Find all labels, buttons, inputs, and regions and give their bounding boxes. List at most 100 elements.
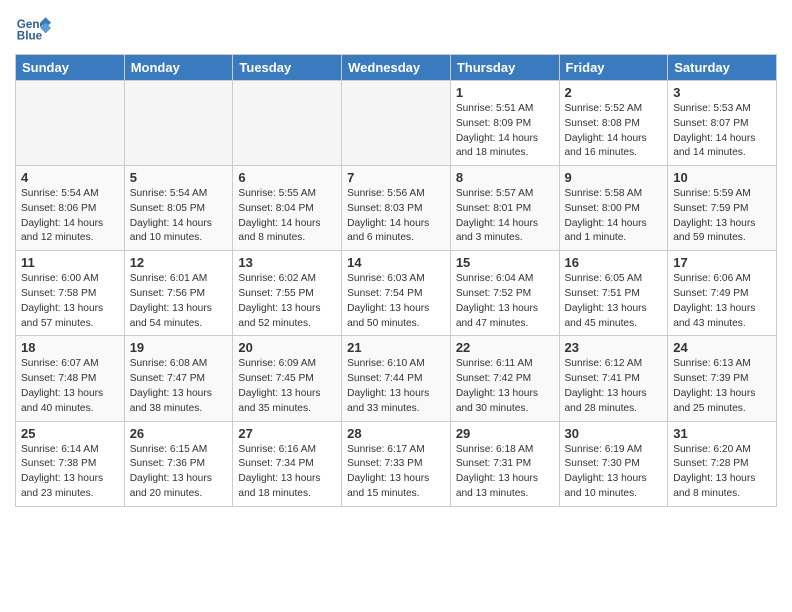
calendar-cell: 29Sunrise: 6:18 AM Sunset: 7:31 PM Dayli… [450, 421, 559, 506]
calendar-week-2: 4 Sunrise: 5:54 AM Sunset: 8:06 PM Daylig… [16, 166, 777, 251]
calendar-cell: 19 Sunrise: 6:08 AM Sunset: 7:47 PM Dayli… [124, 336, 233, 421]
day-number: 17 [673, 255, 771, 270]
calendar-cell: 25 Sunrise: 6:14 AM Sunset: 7:38 PM Dayli… [16, 421, 125, 506]
day-info: Sunrise: 5:53 AM Sunset: 8:07 PM Dayligh… [673, 102, 771, 161]
page-header: General Blue [15, 10, 777, 46]
calendar-cell: 30Sunrise: 6:19 AM Sunset: 7:30 PM Dayli… [559, 421, 668, 506]
weekday-header-thursday: Thursday [450, 55, 559, 81]
calendar-cell: 3 Sunrise: 5:53 AM Sunset: 8:07 PM Daylig… [668, 81, 777, 166]
day-info: Sunrise: 6:12 AM Sunset: 7:41 PM Dayligh… [565, 357, 663, 416]
day-number: 10 [673, 170, 771, 185]
day-info: Sunrise: 5:55 AM Sunset: 8:04 PM Dayligh… [238, 187, 336, 246]
calendar-cell: 16Sunrise: 6:05 AM Sunset: 7:51 PM Dayli… [559, 251, 668, 336]
day-info: Sunrise: 5:56 AM Sunset: 8:03 PM Dayligh… [347, 187, 445, 246]
calendar-table: SundayMondayTuesdayWednesdayThursdayFrid… [15, 54, 777, 507]
weekday-header-tuesday: Tuesday [233, 55, 342, 81]
day-number: 14 [347, 255, 445, 270]
day-number: 7 [347, 170, 445, 185]
day-number: 13 [238, 255, 336, 270]
day-number: 22 [456, 340, 554, 355]
calendar-cell: 15 Sunrise: 6:04 AM Sunset: 7:52 PM Dayli… [450, 251, 559, 336]
calendar-week-5: 25 Sunrise: 6:14 AM Sunset: 7:38 PM Dayli… [16, 421, 777, 506]
calendar-cell: 28Sunrise: 6:17 AM Sunset: 7:33 PM Dayli… [342, 421, 451, 506]
day-number: 23 [565, 340, 663, 355]
calendar-cell: 20 Sunrise: 6:09 AM Sunset: 7:45 PM Dayli… [233, 336, 342, 421]
day-info: Sunrise: 5:54 AM Sunset: 8:06 PM Dayligh… [21, 187, 119, 246]
day-info: Sunrise: 6:07 AM Sunset: 7:48 PM Dayligh… [21, 357, 119, 416]
day-info: Sunrise: 6:13 AM Sunset: 7:39 PM Dayligh… [673, 357, 771, 416]
day-number: 27 [238, 426, 336, 441]
day-number: 18 [21, 340, 119, 355]
day-info: Sunrise: 6:19 AM Sunset: 7:30 PM Dayligh… [565, 443, 663, 502]
day-number: 20 [238, 340, 336, 355]
calendar-cell: 26 Sunrise: 6:15 AM Sunset: 7:36 PM Dayli… [124, 421, 233, 506]
calendar-cell: 5Sunrise: 5:54 AM Sunset: 8:05 PM Daylig… [124, 166, 233, 251]
day-info: Sunrise: 5:57 AM Sunset: 8:01 PM Dayligh… [456, 187, 554, 246]
day-number: 29 [456, 426, 554, 441]
day-info: Sunrise: 6:09 AM Sunset: 7:45 PM Dayligh… [238, 357, 336, 416]
day-number: 9 [565, 170, 663, 185]
calendar-cell [124, 81, 233, 166]
day-info: Sunrise: 6:14 AM Sunset: 7:38 PM Dayligh… [21, 443, 119, 502]
day-number: 25 [21, 426, 119, 441]
calendar-cell: 23 Sunrise: 6:12 AM Sunset: 7:41 PM Dayli… [559, 336, 668, 421]
weekday-header-sunday: Sunday [16, 55, 125, 81]
day-number: 16 [565, 255, 663, 270]
day-info: Sunrise: 5:58 AM Sunset: 8:00 PM Dayligh… [565, 187, 663, 246]
day-info: Sunrise: 6:03 AM Sunset: 7:54 PM Dayligh… [347, 272, 445, 331]
day-info: Sunrise: 5:51 AM Sunset: 8:09 PM Dayligh… [456, 102, 554, 161]
weekday-header-row: SundayMondayTuesdayWednesdayThursdayFrid… [16, 55, 777, 81]
day-info: Sunrise: 5:52 AM Sunset: 8:08 PM Dayligh… [565, 102, 663, 161]
calendar-cell: 8 Sunrise: 5:57 AM Sunset: 8:01 PM Daylig… [450, 166, 559, 251]
day-info: Sunrise: 6:04 AM Sunset: 7:52 PM Dayligh… [456, 272, 554, 331]
logo: General Blue [15, 10, 51, 46]
day-number: 19 [130, 340, 228, 355]
calendar-cell: 9 Sunrise: 5:58 AM Sunset: 8:00 PM Daylig… [559, 166, 668, 251]
day-info: Sunrise: 6:10 AM Sunset: 7:44 PM Dayligh… [347, 357, 445, 416]
day-number: 26 [130, 426, 228, 441]
day-info: Sunrise: 6:08 AM Sunset: 7:47 PM Dayligh… [130, 357, 228, 416]
calendar-week-1: 1 Sunrise: 5:51 AM Sunset: 8:09 PM Daylig… [16, 81, 777, 166]
day-info: Sunrise: 6:20 AM Sunset: 7:28 PM Dayligh… [673, 443, 771, 502]
day-number: 15 [456, 255, 554, 270]
calendar-cell: 27Sunrise: 6:16 AM Sunset: 7:34 PM Dayli… [233, 421, 342, 506]
calendar-cell: 11 Sunrise: 6:00 AM Sunset: 7:58 PM Dayli… [16, 251, 125, 336]
day-number: 11 [21, 255, 119, 270]
calendar-cell [233, 81, 342, 166]
calendar-cell: 21Sunrise: 6:10 AM Sunset: 7:44 PM Dayli… [342, 336, 451, 421]
calendar-cell: 2 Sunrise: 5:52 AM Sunset: 8:08 PM Daylig… [559, 81, 668, 166]
day-info: Sunrise: 6:17 AM Sunset: 7:33 PM Dayligh… [347, 443, 445, 502]
day-number: 8 [456, 170, 554, 185]
day-number: 3 [673, 85, 771, 100]
day-number: 31 [673, 426, 771, 441]
day-number: 2 [565, 85, 663, 100]
calendar-cell: 7 Sunrise: 5:56 AM Sunset: 8:03 PM Daylig… [342, 166, 451, 251]
day-number: 24 [673, 340, 771, 355]
weekday-header-saturday: Saturday [668, 55, 777, 81]
calendar-cell: 13Sunrise: 6:02 AM Sunset: 7:55 PM Dayli… [233, 251, 342, 336]
weekday-header-wednesday: Wednesday [342, 55, 451, 81]
day-info: Sunrise: 6:11 AM Sunset: 7:42 PM Dayligh… [456, 357, 554, 416]
day-info: Sunrise: 6:00 AM Sunset: 7:58 PM Dayligh… [21, 272, 119, 331]
calendar-cell [16, 81, 125, 166]
logo-icon: General Blue [15, 10, 51, 46]
calendar-cell [342, 81, 451, 166]
calendar-cell: 24 Sunrise: 6:13 AM Sunset: 7:39 PM Dayli… [668, 336, 777, 421]
calendar-cell: 10 Sunrise: 5:59 AM Sunset: 7:59 PM Dayli… [668, 166, 777, 251]
day-info: Sunrise: 6:15 AM Sunset: 7:36 PM Dayligh… [130, 443, 228, 502]
day-info: Sunrise: 5:59 AM Sunset: 7:59 PM Dayligh… [673, 187, 771, 246]
weekday-header-friday: Friday [559, 55, 668, 81]
calendar-week-3: 11 Sunrise: 6:00 AM Sunset: 7:58 PM Dayli… [16, 251, 777, 336]
day-number: 1 [456, 85, 554, 100]
calendar-cell: 22 Sunrise: 6:11 AM Sunset: 7:42 PM Dayli… [450, 336, 559, 421]
day-number: 6 [238, 170, 336, 185]
calendar-cell: 1 Sunrise: 5:51 AM Sunset: 8:09 PM Daylig… [450, 81, 559, 166]
calendar-cell: 6 Sunrise: 5:55 AM Sunset: 8:04 PM Daylig… [233, 166, 342, 251]
calendar-week-4: 18 Sunrise: 6:07 AM Sunset: 7:48 PM Dayli… [16, 336, 777, 421]
calendar-cell: 31 Sunrise: 6:20 AM Sunset: 7:28 PM Dayli… [668, 421, 777, 506]
calendar-cell: 18 Sunrise: 6:07 AM Sunset: 7:48 PM Dayli… [16, 336, 125, 421]
calendar-cell: 12Sunrise: 6:01 AM Sunset: 7:56 PM Dayli… [124, 251, 233, 336]
day-info: Sunrise: 6:01 AM Sunset: 7:56 PM Dayligh… [130, 272, 228, 331]
day-number: 5 [130, 170, 228, 185]
day-number: 4 [21, 170, 119, 185]
